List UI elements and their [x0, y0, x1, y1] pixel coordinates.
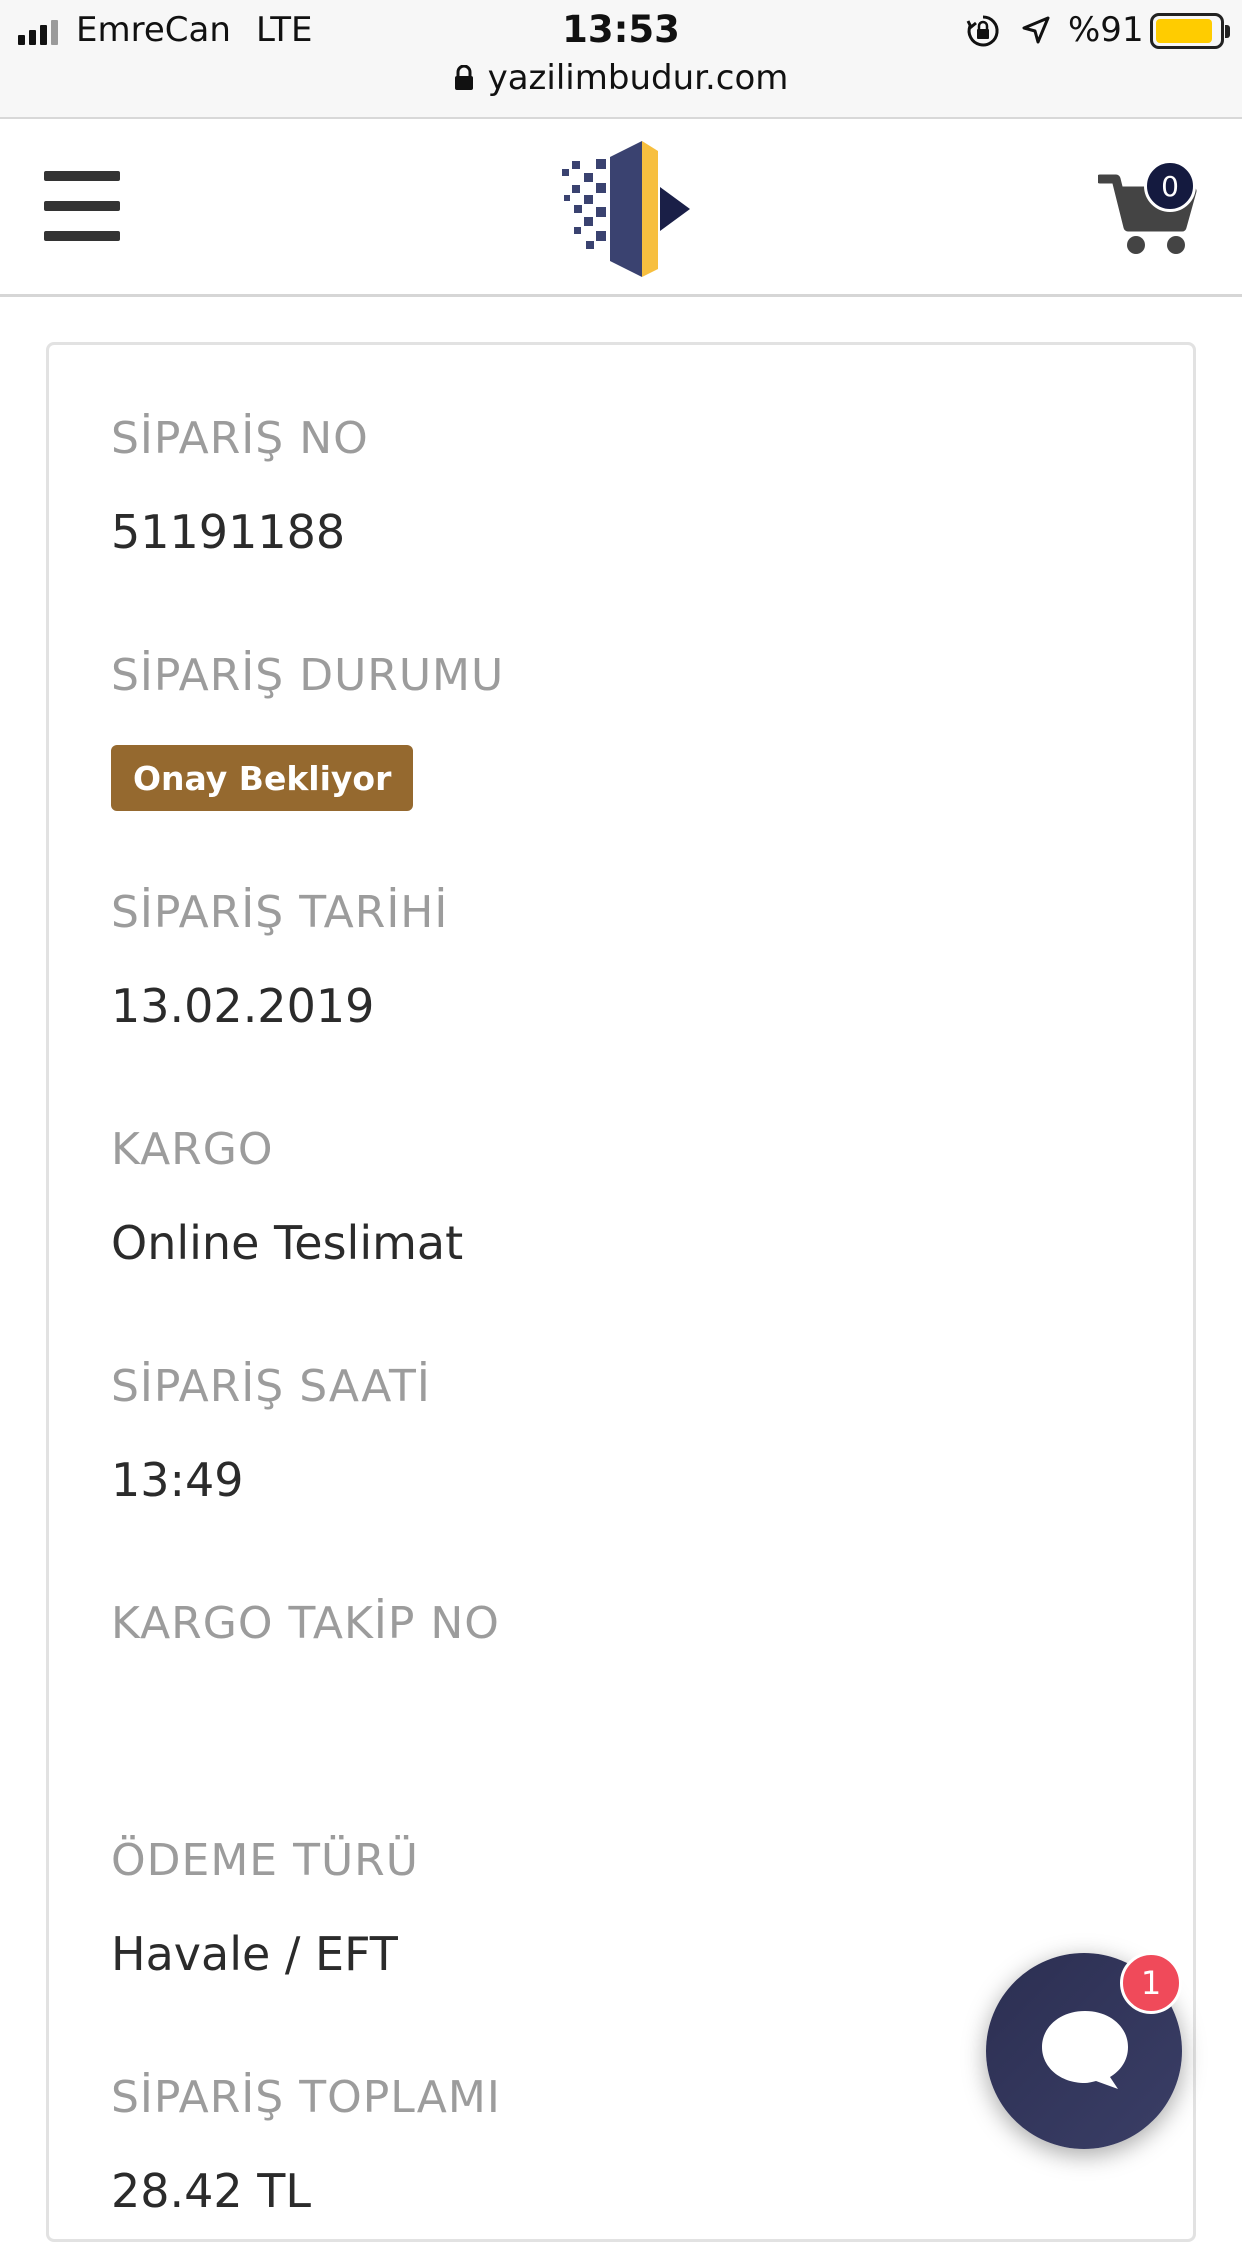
- order-number-label: SİPARİŞ NO: [111, 413, 369, 464]
- payment-type-value: Havale / EFT: [111, 1927, 398, 1981]
- url-text: yazilimbudur.com: [487, 58, 789, 98]
- chat-bubble-icon: [1042, 2011, 1128, 2089]
- order-status-label: SİPARİŞ DURUMU: [111, 650, 505, 701]
- order-date-label: SİPARİŞ TARİHİ: [111, 887, 449, 938]
- yazilimbudur-logo[interactable]: [560, 139, 694, 279]
- location-arrow-icon: [1022, 16, 1050, 44]
- payment-type-label: ÖDEME TÜRÜ: [111, 1835, 419, 1886]
- order-time-label: SİPARİŞ SAATİ: [111, 1361, 431, 1412]
- browser-status-area: EmreCan LTE 13:53 %91 yazilimbudur.com: [0, 0, 1242, 119]
- address-bar[interactable]: yazilimbudur.com: [0, 58, 1242, 98]
- hamburger-menu-icon[interactable]: [44, 171, 120, 241]
- order-date-value: 13.02.2019: [111, 979, 375, 1033]
- shipping-value: Online Teslimat: [111, 1216, 464, 1270]
- order-number-value: 51191188: [111, 505, 346, 559]
- order-total-label: SİPARİŞ TOPLAMI: [111, 2072, 501, 2123]
- order-total-value: 28.42 TL: [111, 2164, 312, 2218]
- shipping-label: KARGO: [111, 1124, 274, 1175]
- site-header: [0, 121, 1242, 297]
- battery-percent: %91: [1068, 10, 1144, 50]
- status-time: 13:53: [562, 8, 680, 51]
- chat-unread-badge: 1: [1120, 1952, 1182, 2014]
- lock-icon: [454, 65, 473, 90]
- cart-count-badge: 0: [1144, 160, 1196, 212]
- rotation-lock-icon: [966, 15, 999, 47]
- battery-icon: [1150, 13, 1230, 49]
- order-time-value: 13:49: [111, 1453, 244, 1507]
- order-status-badge: Onay Bekliyor: [111, 745, 414, 811]
- order-detail-card: SİPARİŞ NO 51191188 SİPARİŞ DURUMU Onay …: [46, 342, 1196, 2242]
- tracking-number-label: KARGO TAKİP NO: [111, 1598, 500, 1649]
